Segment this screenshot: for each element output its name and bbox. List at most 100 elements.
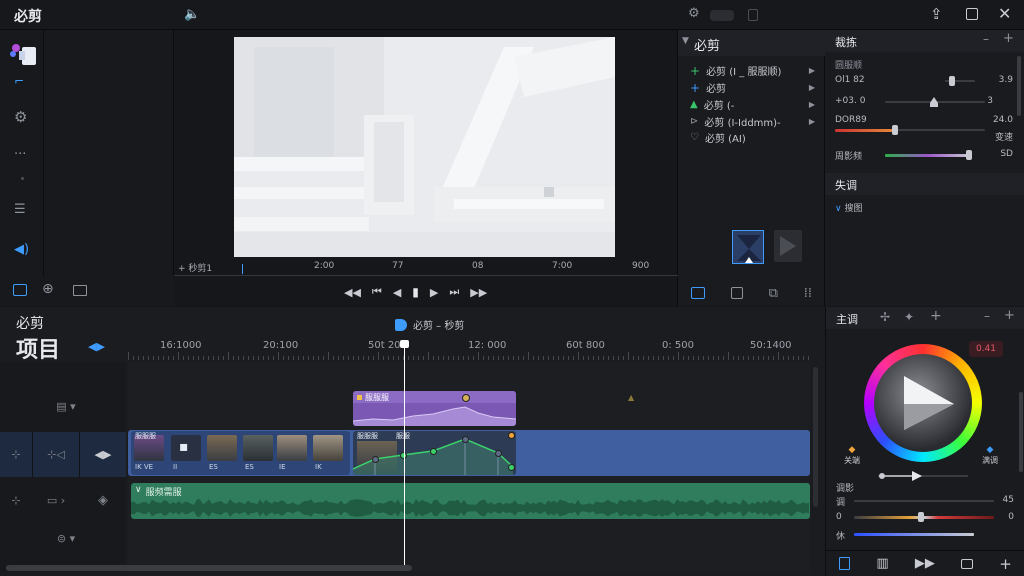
add-icon[interactable]: + [1003,31,1014,46]
speaker-icon[interactable]: 🔈 [184,7,200,22]
video-clip-keyframed[interactable]: 服服服 服服 [353,431,516,475]
minimize-icon[interactable]: – [984,309,990,323]
keyframe-node[interactable] [430,448,437,455]
keyframe-node[interactable] [462,436,469,443]
gear-icon[interactable]: ⚙ [14,108,27,126]
skip-icon[interactable]: ▶▶ [915,556,935,571]
rewind-icon[interactable]: ◀◀ [344,286,361,299]
list-icon[interactable]: ☰ [14,202,26,217]
property-slider-knob[interactable] [930,97,938,107]
compass-icon[interactable]: ✦ [904,310,914,324]
step-forward-icon[interactable]: ▶ [430,286,438,299]
upload-icon[interactable]: ⇪ [930,5,943,23]
timeline-ruler[interactable]: 16:1000 20:100 50t 20 12: 000 60t 800 0:… [128,340,810,362]
add-icon[interactable]: + [930,308,942,324]
screen-icon[interactable] [961,558,974,569]
track-lock-icon[interactable]: ⊹ [0,432,32,477]
color-slider[interactable] [854,516,994,519]
add-track-header[interactable]: ⊜ ▾ [36,528,96,548]
overlay-track-header[interactable]: ▤ ▾ [36,396,96,416]
crop-icon[interactable]: ⌐ [14,74,24,88]
screen-icon[interactable] [690,287,705,299]
keyframe-node[interactable] [372,456,379,463]
toggle-icon[interactable] [710,10,734,21]
step-back-icon[interactable]: ◀ [393,286,401,299]
ruler-tick [293,356,294,360]
collapse-icon[interactable]: ▼ [682,36,689,46]
ruler-tick [643,356,644,360]
effect-item[interactable]: ⊳ 必剪 (I-Iddmm)- ▶ [690,114,815,129]
color-wheel[interactable] [864,344,982,462]
maximize-icon[interactable] [966,8,978,20]
property-slider[interactable] [885,154,970,157]
keyframe-node[interactable] [508,464,515,471]
track-keyframe-icon[interactable]: ◈ [80,480,126,520]
clip-thumbnail [313,435,343,461]
target-icon[interactable]: ⊕ [42,281,54,297]
keyframe-node[interactable] [495,450,502,457]
keyframe-node[interactable] [462,394,470,402]
effect-item[interactable]: ♡ 必剪 (AI) [690,130,815,145]
play-pause-icon[interactable]: ▮ [412,285,419,299]
close-icon[interactable]: ✕ [998,4,1011,23]
settings-icon[interactable]: ⚙ [688,6,700,21]
track-visibility-icon[interactable]: ◀▶ [80,432,126,477]
layout-icon[interactable] [730,287,743,299]
left-adjust[interactable]: ◆ 关端 [844,445,860,466]
color-slider-knob[interactable] [918,512,924,522]
effect-preview-tile[interactable] [732,230,764,264]
pin-icon[interactable]: ✢ [880,310,890,324]
add-icon[interactable]: + [999,555,1012,573]
track-monitor-icon[interactable]: ▭ › [33,480,79,520]
ruler-tick [228,352,229,360]
effect-item[interactable]: + 必剪 (I _ 服服顺) ▶ [690,63,815,79]
add-icon[interactable]: + [1004,308,1015,323]
fast-forward-icon[interactable]: ▶▶ [470,286,487,299]
ruler-tick [588,356,589,360]
next-icon[interactable]: ⏭ [449,285,459,299]
playhead-line[interactable] [404,342,405,570]
book-icon[interactable]: ▥ [876,556,888,571]
effect-preview-tile[interactable] [774,230,802,262]
save-icon[interactable] [748,9,758,21]
property-slider[interactable] [835,129,895,132]
property-slider-rest [895,129,985,131]
property-slider-knob[interactable] [892,125,898,135]
doc-icon[interactable] [839,557,851,570]
folder-icon[interactable]: ⧉ [769,286,778,301]
keyframe-node[interactable] [508,432,515,439]
volume-icon[interactable]: ◀) [14,242,29,257]
section-item[interactable]: ∨ 搜图 [835,201,862,214]
property-slider-knob[interactable] [966,150,972,160]
audio-clip[interactable]: ∨ 服频需服 [131,483,810,519]
monitor-icon[interactable] [13,284,27,296]
color-scrollbar[interactable] [1019,392,1023,472]
effect-item[interactable]: ▲ 必剪 (- ▶ [690,97,815,112]
prev-icon[interactable]: ⏮ [372,285,382,299]
track-audio-icon[interactable]: ⊹◁ [33,432,79,477]
minimize-icon[interactable]: – [983,32,989,46]
timeline-scrollbar-h[interactable] [6,565,412,571]
overlay-clip[interactable]: 服服服 [353,391,516,426]
preview-playhead-marker[interactable] [242,264,243,274]
more-icon[interactable]: ··· [14,147,26,162]
properties-scrollbar[interactable] [1017,56,1021,116]
color-slider[interactable] [854,533,974,536]
video-clip[interactable]: ▪ IK VE II ES ES IE IK 服服服 [131,431,350,475]
value-badge[interactable]: 0.41 [969,341,1003,357]
effect-item[interactable]: + 必剪 ▶ [690,80,815,96]
property-slider-knob[interactable] [949,76,955,86]
color-slider[interactable] [854,500,994,502]
grid-icon[interactable]: ⁞⁞ [804,286,812,301]
playhead-handle[interactable] [400,340,409,348]
frame-icon[interactable] [73,285,87,296]
right-adjust[interactable]: ◆ 满调 [982,445,998,466]
wheel-slider-knob[interactable] [878,471,922,481]
color-panel: 主调 ✢ ✦ + – + 0.41 ◆ 关端 ◆ 满调 调影 调 45 0 0 … [825,307,1024,576]
track-lock-icon[interactable]: ⊹ [0,480,32,520]
ruler-tick [388,356,389,360]
preview-ruler[interactable]: + 秒剪1 2:00 77 08 7:00 900 [174,260,678,276]
split-arrows-icon[interactable]: ◀▶ [88,340,105,353]
logo-icon[interactable] [8,42,38,68]
timeline-scrollbar-v[interactable] [813,367,818,507]
